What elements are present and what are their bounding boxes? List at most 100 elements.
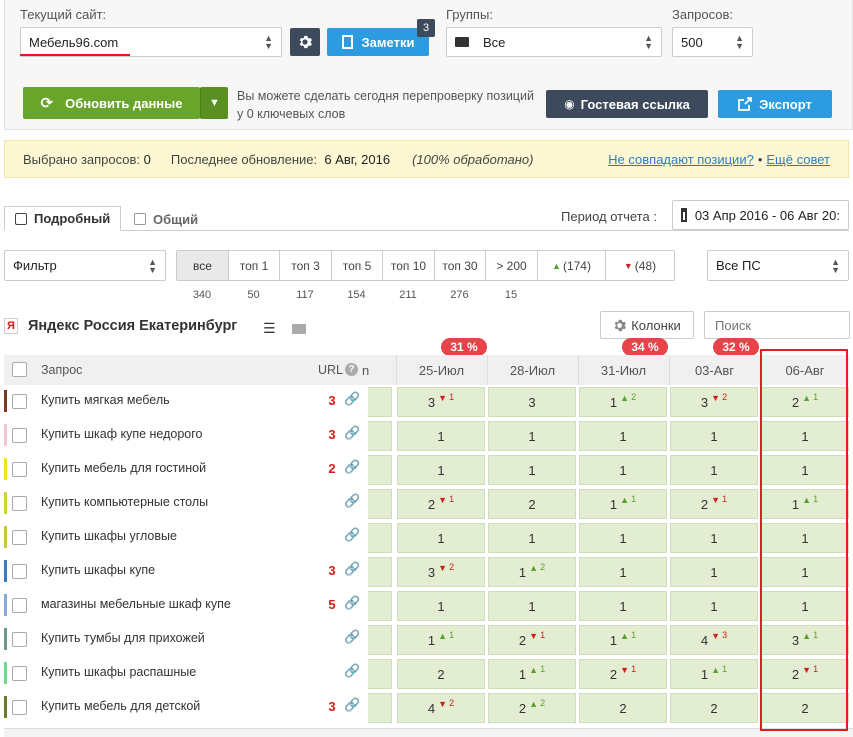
link-icon[interactable]: 🔗: [344, 527, 360, 543]
filter-top10-button[interactable]: топ 10: [383, 251, 435, 280]
period-picker[interactable]: 03 Апр 2016 - 06 Авг 20:: [672, 200, 849, 230]
position-cell[interactable]: 4 ▼ 3: [670, 625, 758, 655]
mismatch-link[interactable]: Не совпадают позиции?: [608, 152, 754, 167]
position-cell[interactable]: 3 ▼ 2: [397, 557, 485, 587]
col-query-header[interactable]: Запрос: [41, 363, 82, 377]
link-icon[interactable]: 🔗: [344, 663, 360, 679]
site-select[interactable]: Мебель96.com ▲ ▼: [20, 27, 282, 57]
tip-link[interactable]: Ещё совет: [766, 152, 830, 167]
query-text[interactable]: Купить шкаф купе недорого: [41, 427, 203, 441]
tab-general[interactable]: Общий: [124, 206, 208, 232]
position-cell[interactable]: 2: [488, 489, 576, 519]
position-cell[interactable]: 3 ▼ 1: [397, 387, 485, 417]
row-checkbox[interactable]: [12, 632, 27, 647]
position-cell[interactable]: 1 ▲ 1: [670, 659, 758, 689]
position-cell[interactable]: 2 ▼ 1: [579, 659, 667, 689]
position-cell[interactable]: 1 ▲ 1: [579, 625, 667, 655]
date-header[interactable]: 31-Июл: [578, 355, 668, 385]
filter-down-button[interactable]: ▼ (48): [606, 251, 674, 280]
date-header[interactable]: 25-Июл: [396, 355, 486, 385]
position-cell[interactable]: 3 ▼ 2: [670, 387, 758, 417]
filter-top5-button[interactable]: топ 5: [332, 251, 383, 280]
query-text[interactable]: Купить шкафы купе: [41, 563, 155, 577]
position-cell[interactable]: 1 ▲ 1: [579, 489, 667, 519]
groups-select[interactable]: Все ▲ ▼: [446, 27, 662, 57]
position-cell[interactable]: 1: [488, 591, 576, 621]
position-cell[interactable]: 1: [488, 421, 576, 451]
ps-select[interactable]: Все ПС ▲ ▼: [707, 250, 849, 281]
position-cell[interactable]: 1 ▲ 1: [397, 625, 485, 655]
select-all-checkbox[interactable]: [12, 362, 27, 377]
query-text[interactable]: Купить мягкая мебель: [41, 393, 170, 407]
position-cell[interactable]: 2: [579, 693, 667, 723]
link-icon[interactable]: 🔗: [344, 629, 360, 645]
query-text[interactable]: Купить компьютерные столы: [41, 495, 208, 509]
row-checkbox[interactable]: [12, 598, 27, 613]
position-cell[interactable]: 1: [670, 421, 758, 451]
row-checkbox[interactable]: [12, 530, 27, 545]
position-cell[interactable]: 1: [488, 455, 576, 485]
filter-top30-button[interactable]: топ 30: [435, 251, 486, 280]
position-cell[interactable]: 1: [579, 455, 667, 485]
link-icon[interactable]: 🔗: [344, 459, 360, 475]
position-cell[interactable]: 1: [397, 523, 485, 553]
col-url-header[interactable]: URL: [318, 363, 343, 377]
link-icon[interactable]: 🔗: [344, 391, 360, 407]
position-cell[interactable]: 1: [488, 523, 576, 553]
query-text[interactable]: Купить тумбы для прихожей: [41, 631, 205, 645]
position-cell[interactable]: 1: [670, 455, 758, 485]
date-header[interactable]: 03-Авг: [669, 355, 759, 385]
position-cell[interactable]: 2: [670, 693, 758, 723]
position-cell[interactable]: 2 ▼ 1: [397, 489, 485, 519]
position-cell[interactable]: 1: [670, 591, 758, 621]
filter-top1-button[interactable]: топ 1: [229, 251, 280, 280]
position-cell[interactable]: 1 ▲ 2: [488, 557, 576, 587]
link-icon[interactable]: 🔗: [344, 425, 360, 441]
position-cell[interactable]: 1: [579, 523, 667, 553]
guest-link-button[interactable]: ◉ Гостевая ссылка: [546, 90, 708, 118]
filter-all-button[interactable]: все: [177, 251, 229, 280]
position-cell[interactable]: 1: [397, 421, 485, 451]
position-cell[interactable]: 1: [670, 557, 758, 587]
query-text[interactable]: Купить шкафы угловые: [41, 529, 177, 543]
export-button[interactable]: Экспорт: [718, 90, 832, 118]
row-checkbox[interactable]: [12, 428, 27, 443]
query-text[interactable]: магазины мебельные шкаф купе: [41, 597, 231, 611]
list-view-icon[interactable]: ☰: [263, 320, 276, 337]
search-input[interactable]: [704, 311, 850, 339]
position-cell[interactable]: 1: [579, 421, 667, 451]
position-cell[interactable]: 2: [397, 659, 485, 689]
row-checkbox[interactable]: [12, 462, 27, 477]
position-cell[interactable]: 1: [397, 455, 485, 485]
scrollbar[interactable]: [4, 728, 853, 737]
link-icon[interactable]: 🔗: [344, 697, 360, 713]
link-icon[interactable]: 🔗: [344, 561, 360, 577]
position-cell[interactable]: 4 ▼ 2: [397, 693, 485, 723]
update-dropdown-button[interactable]: ▼: [200, 87, 228, 119]
position-cell[interactable]: 2 ▼ 1: [670, 489, 758, 519]
query-text[interactable]: Купить мебель для детской: [41, 699, 200, 713]
filter-over200-button[interactable]: > 200: [486, 251, 538, 280]
row-checkbox[interactable]: [12, 496, 27, 511]
queries-select[interactable]: 500 ▲ ▼: [672, 27, 753, 57]
help-icon[interactable]: ?: [345, 363, 358, 376]
position-cell[interactable]: 1 ▲ 2: [579, 387, 667, 417]
tab-detailed[interactable]: Подробный: [4, 206, 122, 231]
position-cell[interactable]: 2 ▼ 1: [488, 625, 576, 655]
position-cell[interactable]: 3: [488, 387, 576, 417]
position-cell[interactable]: 1: [579, 591, 667, 621]
columns-button[interactable]: Колонки: [600, 311, 694, 339]
row-checkbox[interactable]: [12, 564, 27, 579]
row-checkbox[interactable]: [12, 700, 27, 715]
link-icon[interactable]: 🔗: [344, 595, 360, 611]
position-cell[interactable]: 1: [579, 557, 667, 587]
position-cell[interactable]: 2 ▲ 2: [488, 693, 576, 723]
position-cell[interactable]: 1 ▲ 1: [488, 659, 576, 689]
folder-icon[interactable]: [292, 324, 306, 334]
settings-button[interactable]: [290, 28, 320, 56]
filter-select[interactable]: Фильтр ▲ ▼: [4, 250, 166, 281]
query-text[interactable]: Купить мебель для гостиной: [41, 461, 206, 475]
notes-button[interactable]: Заметки: [327, 28, 429, 56]
date-header[interactable]: 28-Июл: [487, 355, 577, 385]
query-text[interactable]: Купить шкафы распашные: [41, 665, 196, 679]
